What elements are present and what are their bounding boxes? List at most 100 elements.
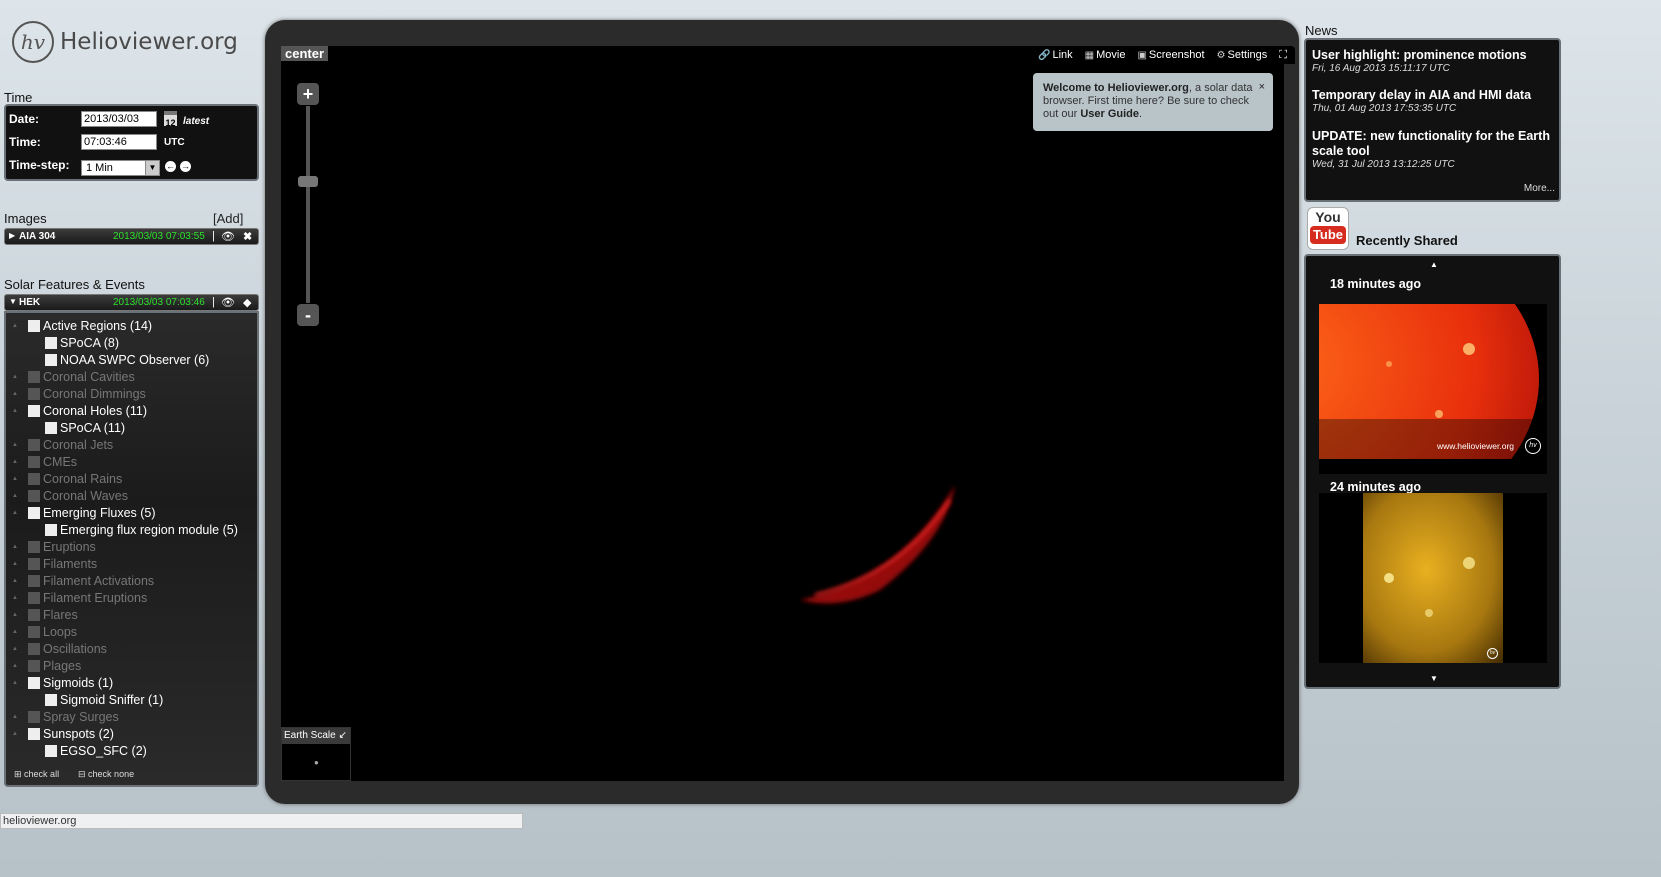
expand-triangle-icon[interactable]: ▲ — [12, 544, 18, 550]
zoom-slider-handle[interactable] — [298, 176, 318, 187]
checkbox[interactable] — [28, 387, 40, 400]
expand-triangle-icon[interactable]: ▶ — [9, 231, 15, 240]
shared-video-thumbnail[interactable]: hv — [1319, 493, 1547, 663]
expand-triangle-icon[interactable]: ▲ — [12, 374, 18, 380]
checkbox[interactable] — [45, 421, 57, 434]
feature-tree-item[interactable]: ▲ Spray Surges — [12, 708, 119, 725]
scroll-up-icon[interactable]: ▲ — [1430, 260, 1438, 269]
checkbox[interactable] — [28, 506, 40, 519]
checkbox[interactable] — [28, 489, 40, 502]
checkbox[interactable] — [28, 591, 40, 604]
expand-triangle-icon[interactable]: ▲ — [12, 629, 18, 635]
visibility-eye-icon[interactable]: 👁 — [221, 230, 235, 243]
zoom-out-button[interactable]: - — [297, 304, 319, 326]
news-item[interactable]: User highlight: prominence motions Fri, … — [1312, 48, 1557, 74]
expand-triangle-icon[interactable]: ▲ — [12, 663, 18, 669]
checkbox[interactable] — [28, 659, 40, 672]
checkbox[interactable] — [28, 472, 40, 485]
close-icon[interactable]: × — [1259, 81, 1265, 94]
feature-tree-item[interactable]: ▲ Coronal Jets — [12, 436, 113, 453]
feature-tree-subitem[interactable]: SPoCA (11) — [45, 419, 125, 436]
news-item-title[interactable]: Temporary delay in AIA and HMI data — [1312, 88, 1557, 103]
expand-triangle-icon[interactable]: ▲ — [12, 578, 18, 584]
checkbox[interactable] — [28, 710, 40, 723]
latest-button[interactable]: latest — [183, 116, 209, 127]
feature-tree-item[interactable]: ▲ Filament Activations — [12, 572, 154, 589]
expand-triangle-icon[interactable]: ▲ — [12, 612, 18, 618]
remove-layer-icon[interactable]: ✖ — [243, 230, 252, 243]
checkbox[interactable] — [28, 574, 40, 587]
checkbox[interactable] — [45, 744, 57, 757]
feature-tree-item[interactable]: ▲ Emerging Fluxes (5) — [12, 504, 156, 521]
hek-accordion[interactable]: ▼ HEK 2013/03/03 07:03:46 | 👁 ◆ — [4, 294, 259, 311]
check-none-button[interactable]: ⊟ check none — [78, 769, 134, 780]
expand-triangle-icon[interactable]: ▲ — [12, 476, 18, 482]
resize-arrow-icon[interactable]: ↙ — [338, 730, 346, 741]
movie-button[interactable]: ▦ Movie — [1085, 49, 1126, 61]
earth-scale-widget[interactable]: Earth Scale ↙ ● — [281, 727, 351, 781]
expand-triangle-icon[interactable]: ▲ — [12, 510, 18, 516]
feature-tree-item[interactable]: ▲ Coronal Waves — [12, 487, 128, 504]
link-button[interactable]: 🔗 Link — [1038, 49, 1073, 61]
check-all-button[interactable]: ⊞ check all — [14, 769, 59, 780]
checkbox[interactable] — [45, 353, 57, 366]
fullscreen-icon[interactable]: ⛶ — [1279, 49, 1287, 62]
feature-tree-item[interactable]: ▲ Filaments — [12, 555, 97, 572]
expand-triangle-icon[interactable]: ▲ — [12, 493, 18, 499]
calendar-icon[interactable]: 12 — [164, 111, 177, 128]
zoom-in-button[interactable]: + — [297, 83, 319, 105]
center-button[interactable]: center — [281, 46, 329, 61]
zoom-slider-track[interactable] — [306, 106, 310, 303]
expand-triangle-icon[interactable]: ▲ — [12, 459, 18, 465]
checkbox[interactable] — [28, 676, 40, 689]
expand-triangle-icon[interactable]: ▲ — [12, 391, 18, 397]
user-guide-link[interactable]: User Guide — [1080, 108, 1139, 120]
feature-tree-subitem[interactable]: NOAA SWPC Observer (6) — [45, 351, 209, 368]
expand-triangle-icon[interactable]: ▲ — [12, 442, 18, 448]
feature-tree-subitem[interactable]: Emerging flux region module (5) — [45, 521, 238, 538]
expand-triangle-icon[interactable]: ▲ — [12, 323, 18, 329]
feature-tree-item[interactable]: ▲ Sunspots (2) — [12, 725, 114, 742]
checkbox[interactable] — [28, 540, 40, 553]
feature-tree-item[interactable]: ▲ Flares — [12, 606, 78, 623]
expand-triangle-icon[interactable]: ▲ — [12, 680, 18, 686]
feature-tree-item[interactable]: ▲ Oscillations — [12, 640, 107, 657]
expand-triangle-icon[interactable]: ▲ — [12, 561, 18, 567]
news-item-title[interactable]: UPDATE: new functionality for the Earth … — [1312, 129, 1557, 159]
news-more-link[interactable]: More... — [1524, 183, 1555, 194]
feature-tree-item[interactable]: ▲ Plages — [12, 657, 81, 674]
step-forward-icon[interactable]: → — [180, 161, 191, 172]
checkbox[interactable] — [28, 438, 40, 451]
feature-tree-item[interactable]: ▲ CMEs — [12, 453, 77, 470]
checkbox[interactable] — [28, 557, 40, 570]
logo[interactable]: hv Helioviewer.org — [12, 20, 238, 64]
image-layer-accordion[interactable]: ▶ AIA 304 2013/03/03 07:03:55 | 👁 ✖ — [4, 228, 259, 245]
news-item-title[interactable]: User highlight: prominence motions — [1312, 48, 1557, 63]
time-input[interactable] — [81, 134, 157, 150]
checkbox[interactable] — [28, 370, 40, 383]
feature-tree-item[interactable]: ▲ Loops — [12, 623, 77, 640]
date-input[interactable] — [81, 111, 157, 127]
checkbox[interactable] — [28, 727, 40, 740]
expand-triangle-icon[interactable]: ▲ — [12, 714, 18, 720]
checkbox[interactable] — [28, 455, 40, 468]
feature-tree-item[interactable]: ▲ Sigmoids (1) — [12, 674, 113, 691]
news-item[interactable]: UPDATE: new functionality for the Earth … — [1312, 129, 1557, 170]
feature-tree-subitem[interactable]: EGSO_SFC (2) — [45, 742, 147, 759]
visibility-eye-icon[interactable]: 👁 — [221, 296, 235, 309]
feature-tree-subitem[interactable]: SPoCA (8) — [45, 334, 119, 351]
feature-tree-item[interactable]: ▲ Coronal Rains — [12, 470, 122, 487]
screenshot-button[interactable]: ▣ Screenshot — [1137, 49, 1204, 61]
feature-tree-item[interactable]: ▲ Eruptions — [12, 538, 96, 555]
expand-triangle-icon[interactable]: ▲ — [12, 646, 18, 652]
feature-tree-item[interactable]: ▲ Filament Eruptions — [12, 589, 147, 606]
checkbox[interactable] — [28, 625, 40, 638]
expand-triangle-icon[interactable]: ▲ — [12, 731, 18, 737]
feature-tree-item[interactable]: ▲ Active Regions (14) — [12, 317, 152, 334]
expand-triangle-icon[interactable]: ▲ — [12, 595, 18, 601]
youtube-icon[interactable]: You Tube — [1307, 207, 1349, 250]
feature-tree-item[interactable]: ▲ Coronal Dimmings — [12, 385, 146, 402]
solar-viewport[interactable] — [281, 46, 1284, 781]
checkbox[interactable] — [45, 693, 57, 706]
checkbox[interactable] — [28, 404, 40, 417]
